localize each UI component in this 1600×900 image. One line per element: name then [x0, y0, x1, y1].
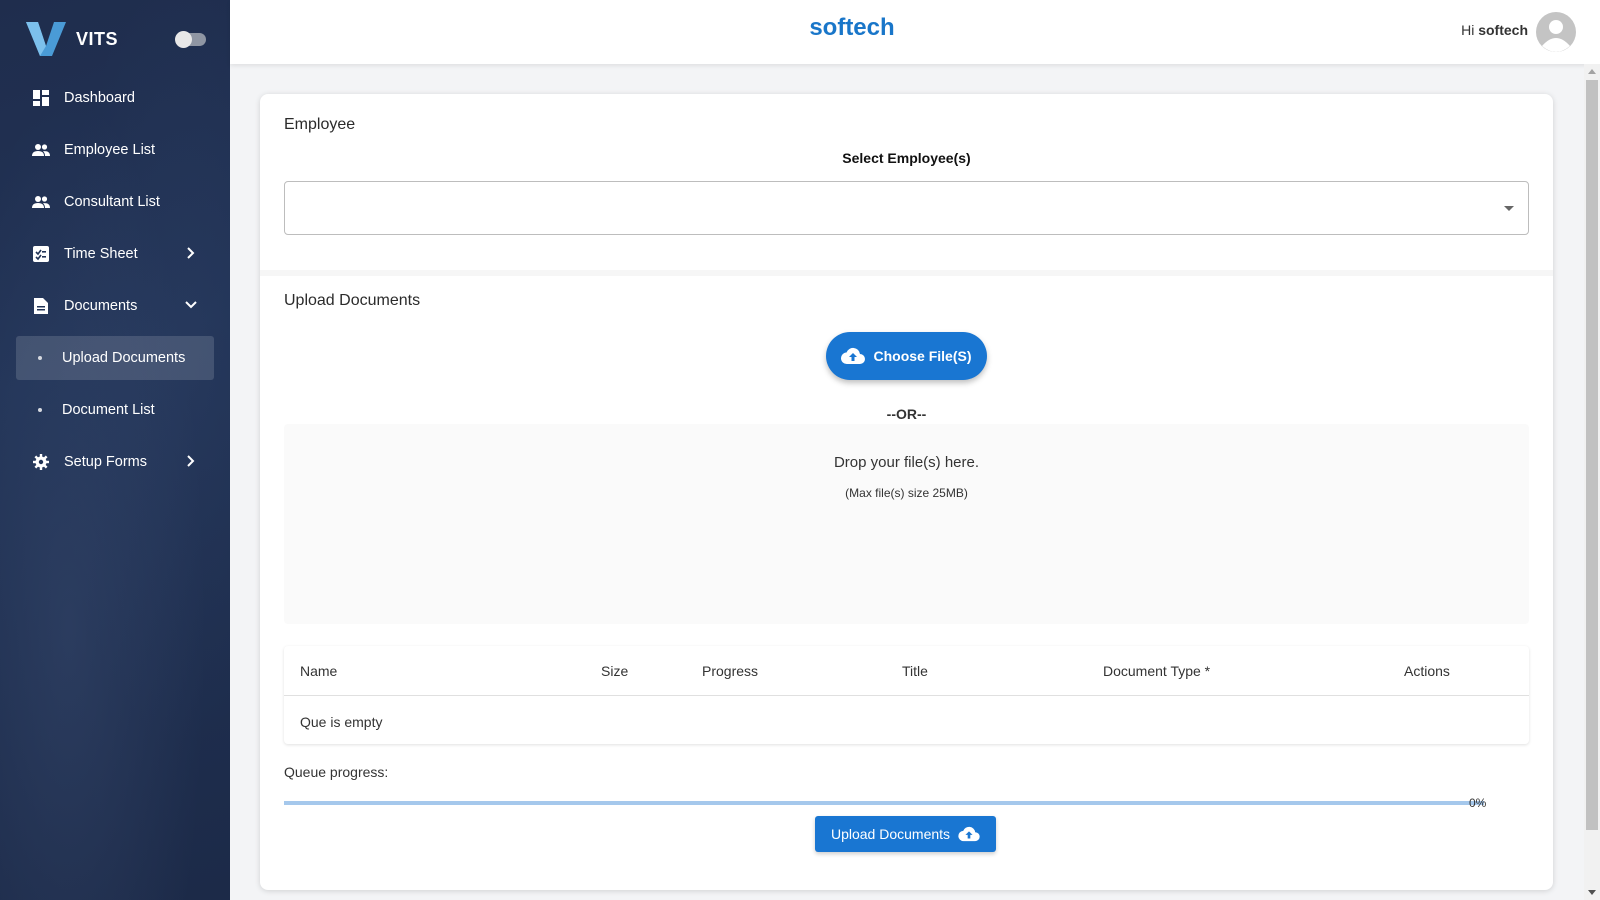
section-divider — [260, 270, 1553, 276]
sidebar-item-label: Dashboard — [64, 90, 135, 106]
upload-section-title: Upload Documents — [284, 292, 421, 309]
dashboard-icon — [32, 89, 50, 107]
column-header-document-type: Document Type * — [1103, 663, 1211, 679]
user-avatar-icon — [1542, 20, 1570, 52]
brand[interactable]: VITS — [26, 20, 118, 58]
brand-name: VITS — [76, 28, 119, 49]
column-header-title: Title — [902, 663, 928, 679]
sidebar-item-label: Consultant List — [64, 194, 160, 210]
sidebar-item-document-list[interactable]: Document List — [16, 388, 214, 432]
drop-subtext: (Max file(s) size 25MB) — [845, 486, 968, 500]
cloud-upload-icon — [958, 826, 980, 842]
cloud-upload-icon — [841, 347, 866, 365]
sidebar-item-time-sheet[interactable]: Time Sheet — [16, 232, 214, 276]
select-employee-label: Select Employee(s) — [842, 150, 971, 166]
avatar[interactable] — [1536, 12, 1576, 52]
sidebar-item-label: Time Sheet — [64, 246, 138, 262]
sidebar-item-label: Upload Documents — [62, 350, 186, 366]
sidebar-item-label: Documents — [64, 298, 138, 314]
username: softech — [1478, 22, 1528, 38]
queue-progress-percent: 0% — [1469, 796, 1487, 810]
greeting-prefix: Hi — [1461, 22, 1475, 38]
queue-progress-label: Queue progress: — [284, 764, 389, 780]
scroll-up-arrow-icon[interactable] — [1588, 69, 1596, 74]
queue-progress-bar — [284, 801, 1484, 805]
toggle-knob — [175, 31, 192, 48]
chevron-right-icon — [187, 455, 195, 467]
upload-queue-table: Name Size Progress Title Document Type *… — [284, 646, 1529, 744]
sidebar-item-employee-list[interactable]: Employee List — [16, 128, 214, 172]
timesheet-icon — [32, 245, 50, 263]
bullet-icon — [38, 408, 42, 412]
sidebar-item-dashboard[interactable]: Dashboard — [16, 76, 214, 120]
sidebar-item-setup-forms[interactable]: Setup Forms — [16, 440, 214, 484]
sidebar-item-documents[interactable]: Documents — [16, 284, 214, 328]
column-header-size: Size — [601, 663, 629, 679]
empty-queue-message: Que is empty — [300, 714, 383, 730]
topbar: softech Hi softech — [230, 0, 1600, 64]
document-icon — [32, 297, 50, 315]
people-icon — [32, 141, 50, 159]
upload-documents-label: Upload Documents — [830, 826, 951, 842]
employee-select[interactable] — [284, 181, 1529, 235]
sidebar-item-label: Employee List — [64, 142, 156, 158]
chevron-down-icon — [185, 301, 197, 309]
sidebar-item-consultant-list[interactable]: Consultant List — [16, 180, 214, 224]
column-header-name: Name — [300, 663, 338, 679]
drop-text: Drop your file(s) here. — [833, 454, 980, 471]
people-icon — [32, 193, 50, 211]
user-greeting: Hi softech — [1461, 22, 1528, 38]
sidebar-item-label: Document List — [62, 402, 155, 418]
column-header-actions: Actions — [1404, 663, 1450, 679]
v-logo-icon — [26, 22, 66, 56]
sidebar-nav: Dashboard Employee List Consultant List … — [0, 76, 230, 492]
bullet-icon — [38, 356, 42, 360]
theme-toggle[interactable] — [175, 31, 206, 48]
sidebar-item-upload-documents[interactable]: Upload Documents — [16, 336, 214, 380]
sidebar: VITS Dashboard Employee List Consultant … — [0, 0, 230, 900]
page-title: softech — [809, 14, 895, 41]
or-separator: --OR-- — [886, 406, 927, 422]
column-header-progress: Progress — [702, 663, 759, 679]
table-header: Name Size Progress Title Document Type *… — [284, 646, 1529, 696]
scroll-thumb[interactable] — [1586, 80, 1598, 830]
choose-files-button[interactable]: Choose File(S) — [826, 332, 987, 380]
scrollbar[interactable] — [1584, 64, 1600, 900]
chevron-right-icon — [187, 247, 195, 259]
scroll-down-arrow-icon[interactable] — [1588, 890, 1596, 895]
employee-section-title: Employee — [284, 116, 356, 133]
dropdown-arrow-icon — [1504, 206, 1514, 211]
gear-icon — [32, 453, 50, 471]
choose-files-label: Choose File(S) — [873, 348, 972, 364]
file-dropzone[interactable]: Drop your file(s) here. (Max file(s) siz… — [284, 424, 1529, 624]
upload-documents-button[interactable]: Upload Documents — [815, 816, 996, 852]
sidebar-item-label: Setup Forms — [64, 454, 147, 470]
upload-card: Employee Select Employee(s) Upload Docum… — [260, 94, 1553, 890]
